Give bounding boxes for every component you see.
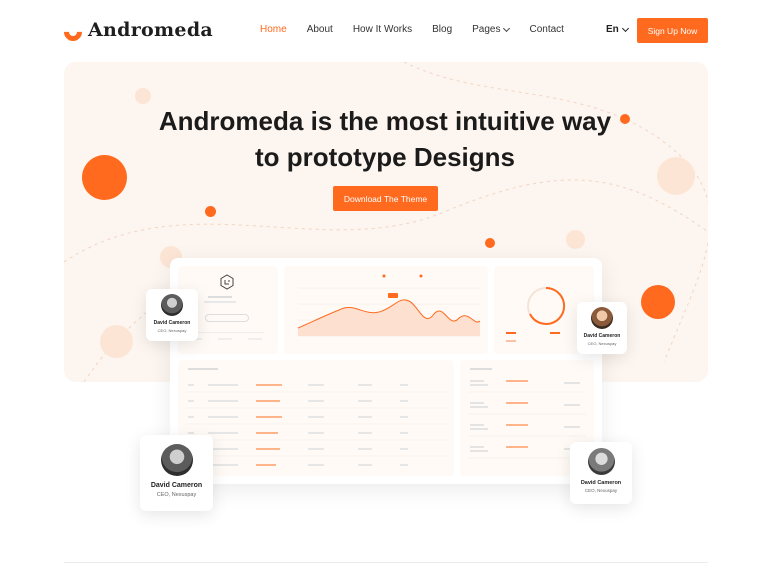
dashboard-preview — [170, 258, 602, 484]
decor-circle — [205, 206, 216, 217]
chevron-down-icon — [503, 24, 511, 32]
dashboard-chart-panel — [284, 266, 488, 354]
download-theme-button[interactable]: Download The Theme — [333, 186, 438, 211]
chevron-down-icon — [621, 24, 629, 32]
dashboard-wave-chart — [297, 274, 481, 337]
hero-title-line2: to prototype Designs — [254, 142, 515, 172]
profile-card-role: CEO, Nexuspay — [157, 328, 187, 333]
main-menu: Home About How It Works Blog Pages Conta… — [260, 24, 584, 35]
profile-card: David Cameron CEO, Nexuspay — [140, 435, 213, 511]
profile-card: David Cameron CEO, Nexuspay — [570, 442, 632, 504]
avatar — [160, 444, 193, 476]
hero-title: Andromeda is the most intuitive way to p… — [0, 103, 770, 175]
nav-pages[interactable]: Pages — [472, 24, 511, 35]
nav-about[interactable]: About — [307, 24, 333, 35]
section-divider — [64, 562, 708, 563]
dashboard-table-lines — [186, 368, 446, 466]
profile-card-role: CEO, Nexuspay — [584, 488, 618, 493]
brand-logo[interactable]: Andromeda — [60, 19, 214, 45]
hexagon-logo-icon — [220, 274, 234, 290]
nav-pages-label: Pages — [472, 24, 501, 35]
profile-card: David Cameron CEO, Nexuspay — [577, 302, 627, 354]
language-label: En — [606, 24, 619, 35]
avatar — [591, 307, 613, 329]
nav-home[interactable]: Home — [260, 24, 287, 35]
profile-card-name: David Cameron — [153, 320, 191, 326]
nav-contact-label: Contact — [529, 24, 564, 35]
decor-circle — [135, 88, 151, 104]
language-selector[interactable]: En — [606, 24, 629, 35]
decor-circle — [641, 285, 675, 319]
nav-blog[interactable]: Blog — [432, 24, 452, 35]
dashboard-line — [208, 296, 232, 298]
nav-blog-label: Blog — [432, 24, 453, 35]
decor-circle — [100, 325, 133, 358]
dashboard-line — [248, 338, 262, 340]
profile-card-name: David Cameron — [583, 333, 621, 339]
brand-name: Andromeda — [88, 19, 214, 41]
profile-card-name: David Cameron — [580, 480, 622, 486]
nav-how-it-works-label: How It Works — [352, 24, 413, 35]
nav-how-it-works[interactable]: How It Works — [353, 24, 412, 35]
signup-button[interactable]: Sign Up Now — [637, 18, 708, 43]
avatar — [587, 448, 615, 475]
nav-about-label: About — [306, 24, 333, 35]
nav-home-label: Home — [260, 24, 287, 35]
dashboard-pill — [205, 314, 249, 322]
dashboard-line — [218, 338, 232, 340]
decor-circle — [485, 238, 495, 248]
profile-card: David Cameron CEO, Nexuspay — [146, 289, 198, 341]
top-navbar: Andromeda Home About How It Works Blog P… — [0, 0, 770, 62]
nav-contact[interactable]: Contact — [529, 24, 563, 35]
dashboard-divider — [192, 332, 264, 333]
logo-icon — [60, 19, 86, 45]
profile-card-role: CEO, Nexuspay — [587, 341, 617, 346]
profile-card-role: CEO, Nexuspay — [156, 492, 197, 498]
decor-circle — [566, 230, 585, 249]
dashboard-table-panel — [178, 360, 454, 476]
dashboard-line — [204, 301, 236, 303]
profile-card-name: David Cameron — [150, 482, 203, 489]
avatar — [161, 294, 183, 316]
hero-title-line1: Andromeda is the most intuitive way — [158, 106, 612, 136]
